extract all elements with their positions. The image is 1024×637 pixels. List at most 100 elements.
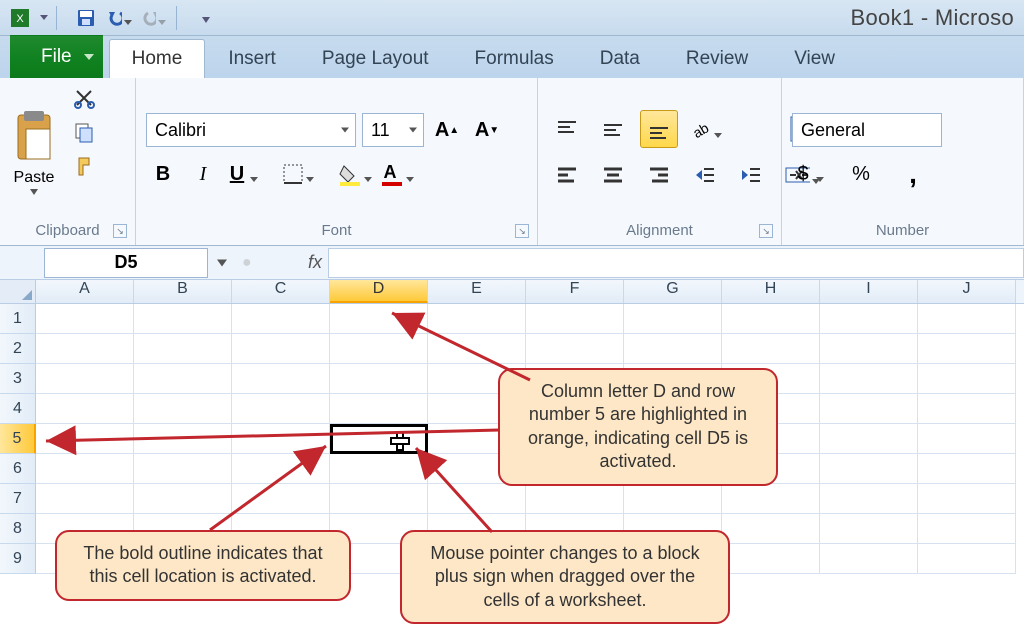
tab-view[interactable]: View (771, 39, 858, 78)
cell-C6[interactable] (232, 454, 330, 484)
italic-button[interactable]: I (186, 157, 220, 191)
tab-file[interactable]: File (10, 35, 103, 78)
font-launcher-icon[interactable]: ↘ (515, 224, 529, 238)
grow-font-icon[interactable]: A▲ (430, 113, 464, 147)
chevron-down-icon[interactable] (217, 259, 227, 266)
cell-B2[interactable] (134, 334, 232, 364)
col-header-H[interactable]: H (722, 280, 820, 303)
clipboard-launcher-icon[interactable]: ↘ (113, 224, 127, 238)
cell-D4[interactable] (330, 394, 428, 424)
cell-B7[interactable] (134, 484, 232, 514)
format-painter-icon[interactable] (68, 150, 100, 182)
cell-D1[interactable] (330, 304, 428, 334)
row-header-1[interactable]: 1 (0, 304, 36, 334)
col-header-D[interactable]: D (330, 280, 428, 303)
accounting-format-icon[interactable]: $ (792, 157, 826, 191)
cell-D5[interactable] (330, 424, 428, 454)
tab-data[interactable]: Data (577, 39, 663, 78)
cell-C4[interactable] (232, 394, 330, 424)
align-top-icon[interactable] (548, 110, 586, 148)
align-left-icon[interactable] (548, 156, 586, 194)
cell-J2[interactable] (918, 334, 1016, 364)
col-header-C[interactable]: C (232, 280, 330, 303)
cell-B3[interactable] (134, 364, 232, 394)
cell-C2[interactable] (232, 334, 330, 364)
cell-J9[interactable] (918, 544, 1016, 574)
col-header-F[interactable]: F (526, 280, 624, 303)
cell-J5[interactable] (918, 424, 1016, 454)
cell-G1[interactable] (624, 304, 722, 334)
row-header-8[interactable]: 8 (0, 514, 36, 544)
row-header-7[interactable]: 7 (0, 484, 36, 514)
cell-A7[interactable] (36, 484, 134, 514)
row-header-4[interactable]: 4 (0, 394, 36, 424)
cell-H2[interactable] (722, 334, 820, 364)
row-header-6[interactable]: 6 (0, 454, 36, 484)
cell-J3[interactable] (918, 364, 1016, 394)
row-header-5[interactable]: 5 (0, 424, 36, 454)
formula-input[interactable] (328, 248, 1024, 278)
cell-A5[interactable] (36, 424, 134, 454)
copy-icon[interactable] (68, 116, 100, 148)
increase-indent-icon[interactable] (732, 156, 770, 194)
cell-B5[interactable] (134, 424, 232, 454)
excel-app-icon[interactable]: X (6, 4, 34, 32)
row-header-9[interactable]: 9 (0, 544, 36, 574)
percent-format-icon[interactable]: % (844, 157, 878, 191)
cell-A3[interactable] (36, 364, 134, 394)
cell-A1[interactable] (36, 304, 134, 334)
cell-G7[interactable] (624, 484, 722, 514)
align-bottom-icon[interactable] (640, 110, 678, 148)
col-header-B[interactable]: B (134, 280, 232, 303)
cell-E7[interactable] (428, 484, 526, 514)
cell-B4[interactable] (134, 394, 232, 424)
cell-C1[interactable] (232, 304, 330, 334)
align-middle-icon[interactable] (594, 110, 632, 148)
shrink-font-icon[interactable]: A▼ (470, 113, 504, 147)
cell-G2[interactable] (624, 334, 722, 364)
borders-icon[interactable] (282, 157, 316, 191)
col-header-A[interactable]: A (36, 280, 134, 303)
cell-I5[interactable] (820, 424, 918, 454)
save-icon[interactable] (72, 4, 100, 32)
cell-F1[interactable] (526, 304, 624, 334)
cell-A2[interactable] (36, 334, 134, 364)
cell-I6[interactable] (820, 454, 918, 484)
comma-format-icon[interactable]: , (896, 157, 930, 191)
cell-J1[interactable] (918, 304, 1016, 334)
font-color-icon[interactable]: A (380, 157, 416, 191)
cell-F2[interactable] (526, 334, 624, 364)
paste-button[interactable]: Paste (6, 107, 62, 197)
bold-button[interactable]: B (146, 157, 180, 191)
cell-J6[interactable] (918, 454, 1016, 484)
cut-icon[interactable] (68, 82, 100, 114)
orientation-icon[interactable]: ab (686, 110, 724, 148)
alignment-launcher-icon[interactable]: ↘ (759, 224, 773, 238)
cell-I4[interactable] (820, 394, 918, 424)
cell-I9[interactable] (820, 544, 918, 574)
align-center-icon[interactable] (594, 156, 632, 194)
cell-H8[interactable] (722, 514, 820, 544)
row-header-2[interactable]: 2 (0, 334, 36, 364)
cell-E2[interactable] (428, 334, 526, 364)
undo-icon[interactable] (106, 4, 134, 32)
cell-B6[interactable] (134, 454, 232, 484)
customize-qat-icon[interactable] (192, 4, 220, 32)
cell-F7[interactable] (526, 484, 624, 514)
col-header-G[interactable]: G (624, 280, 722, 303)
cell-B1[interactable] (134, 304, 232, 334)
cell-J7[interactable] (918, 484, 1016, 514)
cell-D2[interactable] (330, 334, 428, 364)
name-box[interactable]: D5 (44, 248, 208, 278)
redo-icon[interactable] (140, 4, 168, 32)
row-header-3[interactable]: 3 (0, 364, 36, 394)
insert-function-icon[interactable]: fx (302, 252, 328, 273)
cell-E1[interactable] (428, 304, 526, 334)
cell-H7[interactable] (722, 484, 820, 514)
tab-home[interactable]: Home (109, 39, 206, 78)
tab-review[interactable]: Review (663, 39, 771, 78)
tab-insert[interactable]: Insert (205, 39, 299, 78)
cell-D6[interactable] (330, 454, 428, 484)
col-header-I[interactable]: I (820, 280, 918, 303)
decrease-indent-icon[interactable] (686, 156, 724, 194)
